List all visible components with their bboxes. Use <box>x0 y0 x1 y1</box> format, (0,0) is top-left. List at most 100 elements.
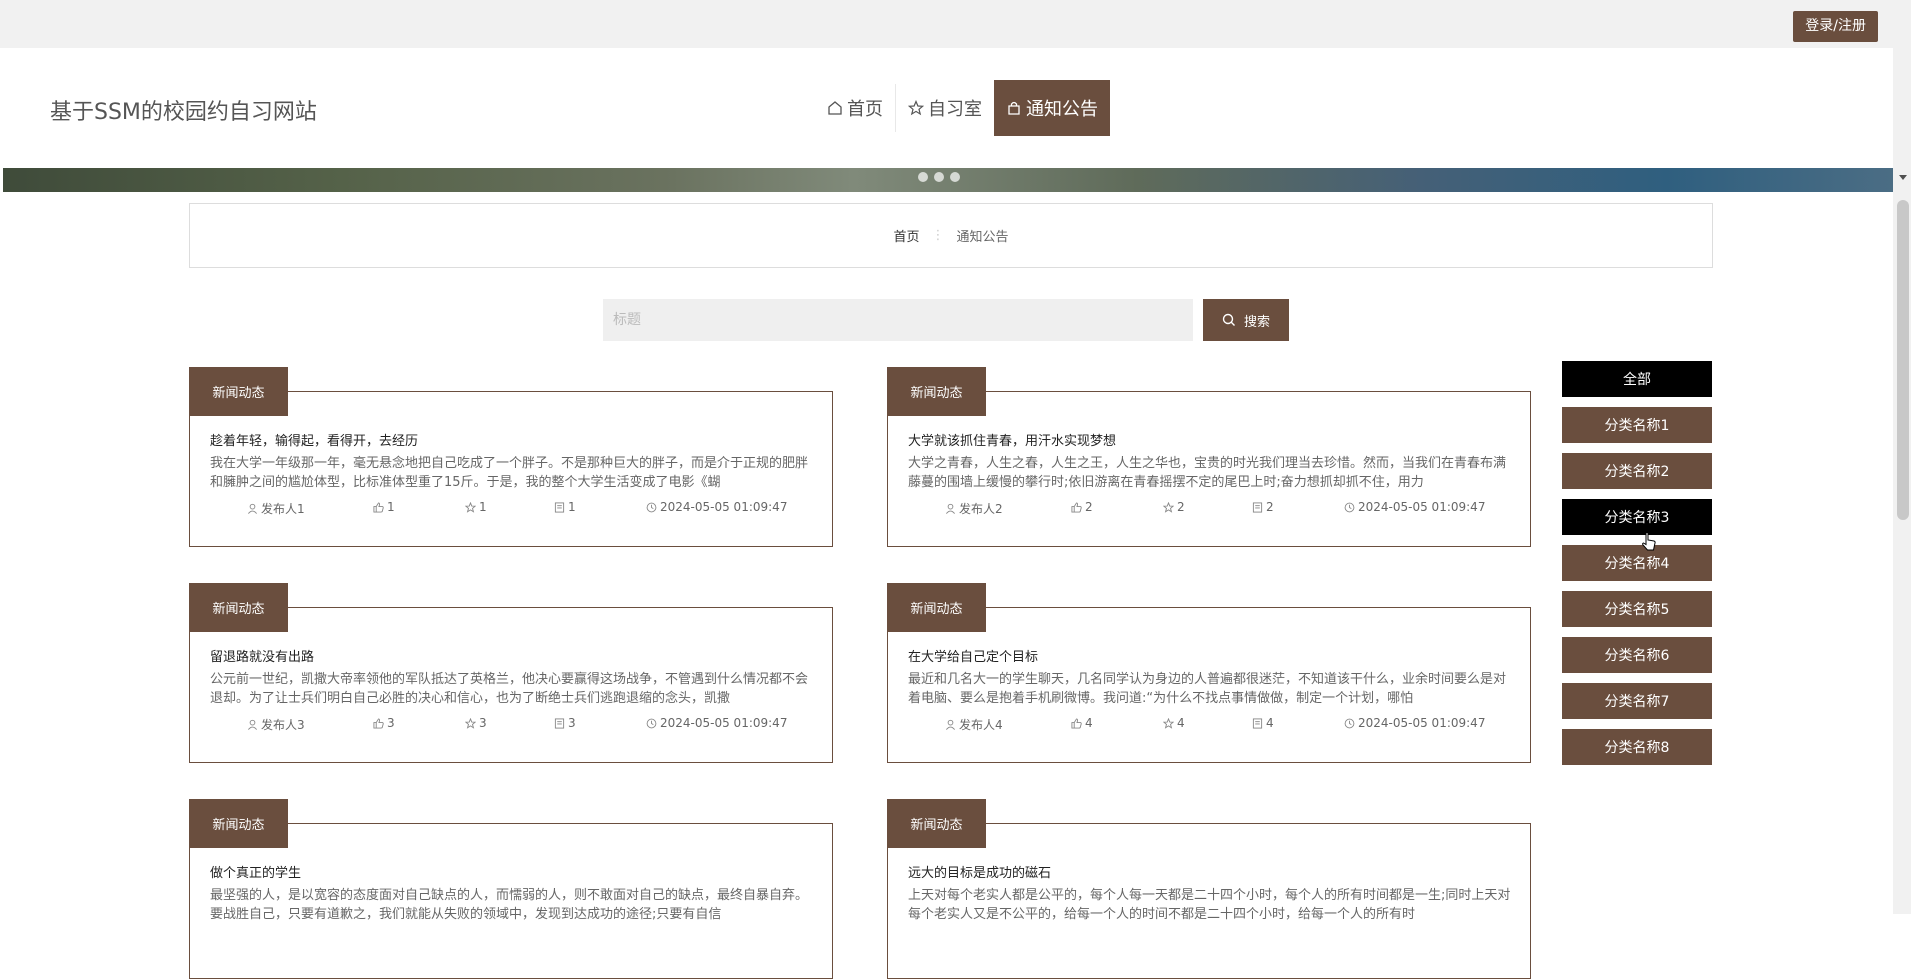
banner-carousel[interactable] <box>3 168 1893 192</box>
login-register-button[interactable]: 登录/注册 <box>1793 11 1878 42</box>
comments-meta: 1 <box>554 500 576 514</box>
nav-item-notices[interactable]: 通知公告 <box>994 80 1110 136</box>
likes-meta-value: 3 <box>387 716 395 730</box>
star-icon <box>465 501 476 513</box>
search-button-label: 搜索 <box>1243 314 1270 330</box>
author-meta-value: 发布人4 <box>959 718 1003 732</box>
article-title[interactable]: 做个真正的学生 <box>210 862 301 881</box>
category-button[interactable]: 分类名称2 <box>1562 453 1712 489</box>
carousel-indicators <box>918 168 960 182</box>
scroll-down-arrow-icon[interactable] <box>1899 175 1907 180</box>
nav-item-label: 首页 <box>847 99 883 120</box>
article-title[interactable]: 大学就该抓住青春，用汗水实现梦想 <box>908 430 1116 449</box>
article-excerpt: 上天对每个老实人都是公平的，每个人每一天都是二十四个小时，每个人的所有时间都是一… <box>908 888 1511 922</box>
comments-meta-value: 3 <box>568 716 576 730</box>
author-meta: 发布人1 <box>247 500 305 517</box>
category-button[interactable]: 分类名称5 <box>1562 591 1712 627</box>
article-excerpt: 最近和几名大一的学生聊天，几名同学认为身边的人普遍都很迷茫，不知道该干什么，业余… <box>908 672 1507 706</box>
mouse-cursor-icon <box>1642 532 1656 551</box>
article-card[interactable]: 新闻动态远大的目标是成功的磁石上天对每个老实人都是公平的，每个人每一天都是二十四… <box>887 799 1531 979</box>
publish-time-meta-value: 2024-05-05 01:09:47 <box>660 500 788 514</box>
clock-icon <box>1344 718 1355 728</box>
article-card[interactable]: 新闻动态在大学给自己定个目标最近和几名大一的学生聊天，几名同学认为身边的人普遍都… <box>887 583 1531 763</box>
star-icon <box>1163 717 1174 729</box>
clock-icon <box>1344 502 1355 512</box>
star-icon <box>1163 501 1174 513</box>
comment-icon <box>1252 717 1263 729</box>
favorites-meta: 4 <box>1163 716 1185 730</box>
comment-icon <box>554 501 565 513</box>
thumbs-up-icon <box>1071 717 1082 729</box>
favorites-meta-value: 3 <box>479 716 487 730</box>
nav-item-label: 通知公告 <box>1026 99 1098 120</box>
article-card[interactable]: 新闻动态 留退路就没有出路 公元前一世纪，凯撒大帝率领他的军队抵达了英格兰，他决心要… <box>189 583 833 763</box>
article-tag: 新闻动态 <box>189 799 288 848</box>
comments-meta-value: 1 <box>568 500 576 514</box>
publish-time-meta: 2024-05-05 01:09:47 <box>1344 500 1485 514</box>
nav-item-home[interactable]: 首页 <box>815 80 895 136</box>
author-meta-value: 发布人2 <box>959 502 1003 516</box>
favorites-meta: 2 <box>1163 500 1185 514</box>
main-nav: 首页 自习室 通知公告 <box>815 80 1110 136</box>
category-all-button[interactable]: 全部 <box>1562 361 1712 397</box>
publish-time-meta: 2024-05-05 01:09:47 <box>646 500 787 514</box>
bag-icon <box>1008 101 1020 115</box>
article-card[interactable]: 新闻动态 大学就该抓住青春，用汗水实现梦想 大学之青春，人生之春，人生之王，人生之华… <box>887 367 1531 547</box>
comments-meta-value: 4 <box>1266 716 1274 730</box>
user-icon <box>946 503 955 514</box>
nav-item-label: 自习室 <box>928 99 982 120</box>
home-icon <box>828 101 842 115</box>
category-button[interactable]: 分类名称7 <box>1562 683 1712 719</box>
search-button[interactable]: 搜索 <box>1203 299 1289 341</box>
favorites-meta-value: 2 <box>1177 500 1185 514</box>
category-button[interactable]: 分类名称3 <box>1562 499 1712 535</box>
search-input[interactable] <box>603 299 1193 341</box>
article-excerpt: 公元前一世纪，凯撒大帝率领他的军队抵达了英格兰，他决心要赢得这场战争，不管遇到什… <box>210 672 809 706</box>
publish-time-meta-value: 2024-05-05 01:09:47 <box>1358 500 1486 514</box>
article-excerpt: 我在大学一年级那一年，毫无悬念地把自己吃成了一个胖子。不是那种巨大的胖子，而是介… <box>210 456 809 490</box>
carousel-dot[interactable] <box>918 172 928 182</box>
author-meta: 发布人2 <box>945 500 1003 517</box>
article-title[interactable]: 远大的目标是成功的磁石 <box>908 862 1051 881</box>
publish-time-meta-value: 2024-05-05 01:09:47 <box>1358 716 1486 730</box>
category-button[interactable]: 分类名称6 <box>1562 637 1712 673</box>
category-button[interactable]: 分类名称8 <box>1562 729 1712 765</box>
breadcrumb-current: 通知公告 <box>956 230 1009 245</box>
article-title[interactable]: 在大学给自己定个目标 <box>908 646 1038 665</box>
comments-meta: 2 <box>1252 500 1274 514</box>
category-button[interactable]: 分类名称1 <box>1562 407 1712 443</box>
likes-meta: 2 <box>1071 500 1093 514</box>
thumbs-up-icon <box>1071 501 1082 513</box>
category-button[interactable]: 分类名称4 <box>1562 545 1712 581</box>
article-tag: 新闻动态 <box>887 367 986 416</box>
comment-icon <box>1252 501 1263 513</box>
author-meta: 发布人3 <box>247 716 305 733</box>
nav-item-study-room[interactable]: 自习室 <box>896 80 994 136</box>
clock-icon <box>646 502 657 512</box>
article-tag: 新闻动态 <box>887 799 986 848</box>
star-icon <box>465 717 476 729</box>
carousel-dot[interactable] <box>934 172 944 182</box>
category-list: 全部分类名称1 分类名称2 分类名称3 分类名称4 分类名称5 分类名称6 分类名称7 分类名… <box>1562 361 1712 775</box>
author-meta: 发布人4 <box>945 716 1003 733</box>
breadcrumb-home-link[interactable]: 首页 <box>893 226 919 245</box>
breadcrumb-separator: ⋮ <box>931 228 945 243</box>
site-title: 基于SSM的校园约自习网站 <box>50 100 317 125</box>
scrollbar-thumb[interactable] <box>1897 200 1909 520</box>
likes-meta: 4 <box>1071 716 1093 730</box>
article-excerpt: 最坚强的人，是以宽容的态度面对自己缺点的人，而懦弱的人，则不敢面对自己的缺点，最… <box>210 888 809 922</box>
search-bar: 搜索 <box>603 299 1289 341</box>
thumbs-up-icon <box>373 501 384 513</box>
favorites-meta-value: 1 <box>479 500 487 514</box>
publish-time-meta-value: 2024-05-05 01:09:47 <box>660 716 788 730</box>
favorites-meta: 1 <box>465 500 487 514</box>
article-tag: 新闻动态 <box>887 583 986 632</box>
article-title[interactable]: 留退路就没有出路 <box>210 646 314 665</box>
article-title[interactable]: 趁着年轻，输得起，看得开，去经历 <box>210 430 418 449</box>
carousel-dot[interactable] <box>950 172 960 182</box>
article-card[interactable]: 新闻动态做个真正的学生最坚强的人，是以宽容的态度面对自己缺点的人，而懦弱的人，则… <box>189 799 833 979</box>
page-scrollbar[interactable] <box>1893 0 1911 914</box>
header: 基于SSM的校园约自习网站 首页 自习室 通知公告 <box>0 48 1893 168</box>
article-card[interactable]: 新闻动态 趁着年轻，输得起，看得开，去经历 我在大学一年级那一年，毫无悬念地把自己吃… <box>189 367 833 547</box>
user-icon <box>248 719 257 730</box>
